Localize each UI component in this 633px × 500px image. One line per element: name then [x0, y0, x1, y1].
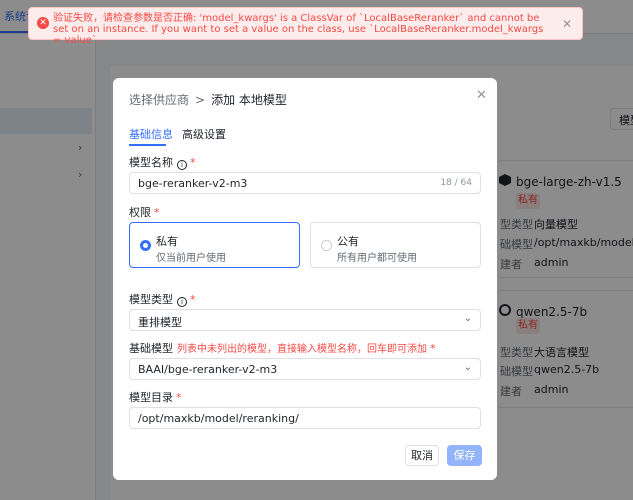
required-mark: *	[430, 342, 436, 355]
breadcrumb-provider[interactable]: 选择供应商	[129, 93, 189, 107]
error-alert: ✕ 验证失败，请检查参数是否正确: 'model_kwargs' is a Cl…	[28, 7, 583, 46]
permission-label: 权限 *	[129, 204, 160, 220]
permission-title: 公有	[337, 235, 359, 248]
info-icon[interactable]: i	[177, 160, 187, 170]
tab-basic-info[interactable]: 基础信息	[129, 126, 173, 142]
base-model-hint: 列表中未列出的模型，直接输入模型名称，回车即可添加	[177, 344, 427, 355]
required-mark: *	[190, 293, 196, 306]
error-alert-message: 验证失败，请检查参数是否正确: 'model_kwargs' is a Clas…	[53, 13, 544, 46]
base-model-value: BAAI/bge-reranker-v2-m3	[138, 363, 278, 376]
base-model-select[interactable]: BAAI/bge-reranker-v2-m3 ⌄	[129, 358, 481, 380]
model-name-input[interactable]: bge-reranker-v2-m3 18 / 64	[129, 172, 481, 194]
model-type-label: 模型类型 i *	[129, 291, 196, 307]
cancel-button[interactable]: 取消	[405, 445, 439, 466]
permission-title: 私有	[156, 235, 178, 248]
model-type-label-text: 模型类型	[129, 293, 173, 306]
model-name-label: 模型名称 i *	[129, 154, 196, 170]
model-type-value: 重排模型	[138, 316, 182, 329]
permission-desc: 仅当前用户使用	[156, 253, 226, 264]
permission-option-public[interactable]: 公有 所有用户都可使用	[310, 222, 481, 268]
required-mark: *	[176, 391, 182, 404]
dialog-title: 选择供应商 > 添加 本地模型	[129, 91, 287, 108]
close-icon[interactable]: ✕	[562, 17, 572, 31]
radio-unchecked-icon[interactable]	[321, 240, 332, 251]
close-icon[interactable]: ✕	[476, 88, 487, 103]
permission-option-private[interactable]: 私有 仅当前用户使用	[129, 222, 300, 268]
base-model-label-text: 基础模型	[129, 342, 173, 355]
add-model-dialog: 选择供应商 > 添加 本地模型 ✕ 基础信息 高级设置 模型名称 i * bge-rer…	[113, 78, 497, 480]
tab-underline	[129, 144, 166, 146]
model-dir-label: 模型目录 *	[129, 389, 182, 405]
base-model-label: 基础模型 列表中未列出的模型，直接输入模型名称，回车即可添加 *	[129, 340, 436, 356]
chevron-down-icon: ⌄	[463, 362, 472, 373]
info-icon[interactable]: i	[177, 297, 187, 307]
error-icon: ✕	[37, 17, 49, 29]
model-name-value: bge-reranker-v2-m3	[138, 177, 248, 190]
permission-label-text: 权限	[129, 206, 151, 219]
model-dir-input[interactable]: /opt/maxkb/model/reranking/	[129, 407, 481, 429]
permission-desc: 所有用户都可使用	[337, 253, 417, 264]
dialog-title-text: 添加 本地模型	[211, 93, 287, 107]
model-dir-value: /opt/maxkb/model/reranking/	[138, 412, 299, 425]
save-button[interactable]: 保存	[447, 445, 482, 466]
model-dir-label-text: 模型目录	[129, 391, 173, 404]
model-name-label-text: 模型名称	[129, 156, 173, 169]
breadcrumb-separator: >	[195, 93, 206, 107]
required-mark: *	[154, 206, 160, 219]
required-mark: *	[190, 156, 196, 169]
char-count: 18 / 64	[440, 178, 472, 188]
model-type-select[interactable]: 重排模型 ⌄	[129, 309, 481, 331]
radio-checked-icon[interactable]	[140, 240, 151, 251]
chevron-down-icon: ⌄	[463, 313, 472, 324]
tab-advanced-settings[interactable]: 高级设置	[182, 126, 226, 142]
